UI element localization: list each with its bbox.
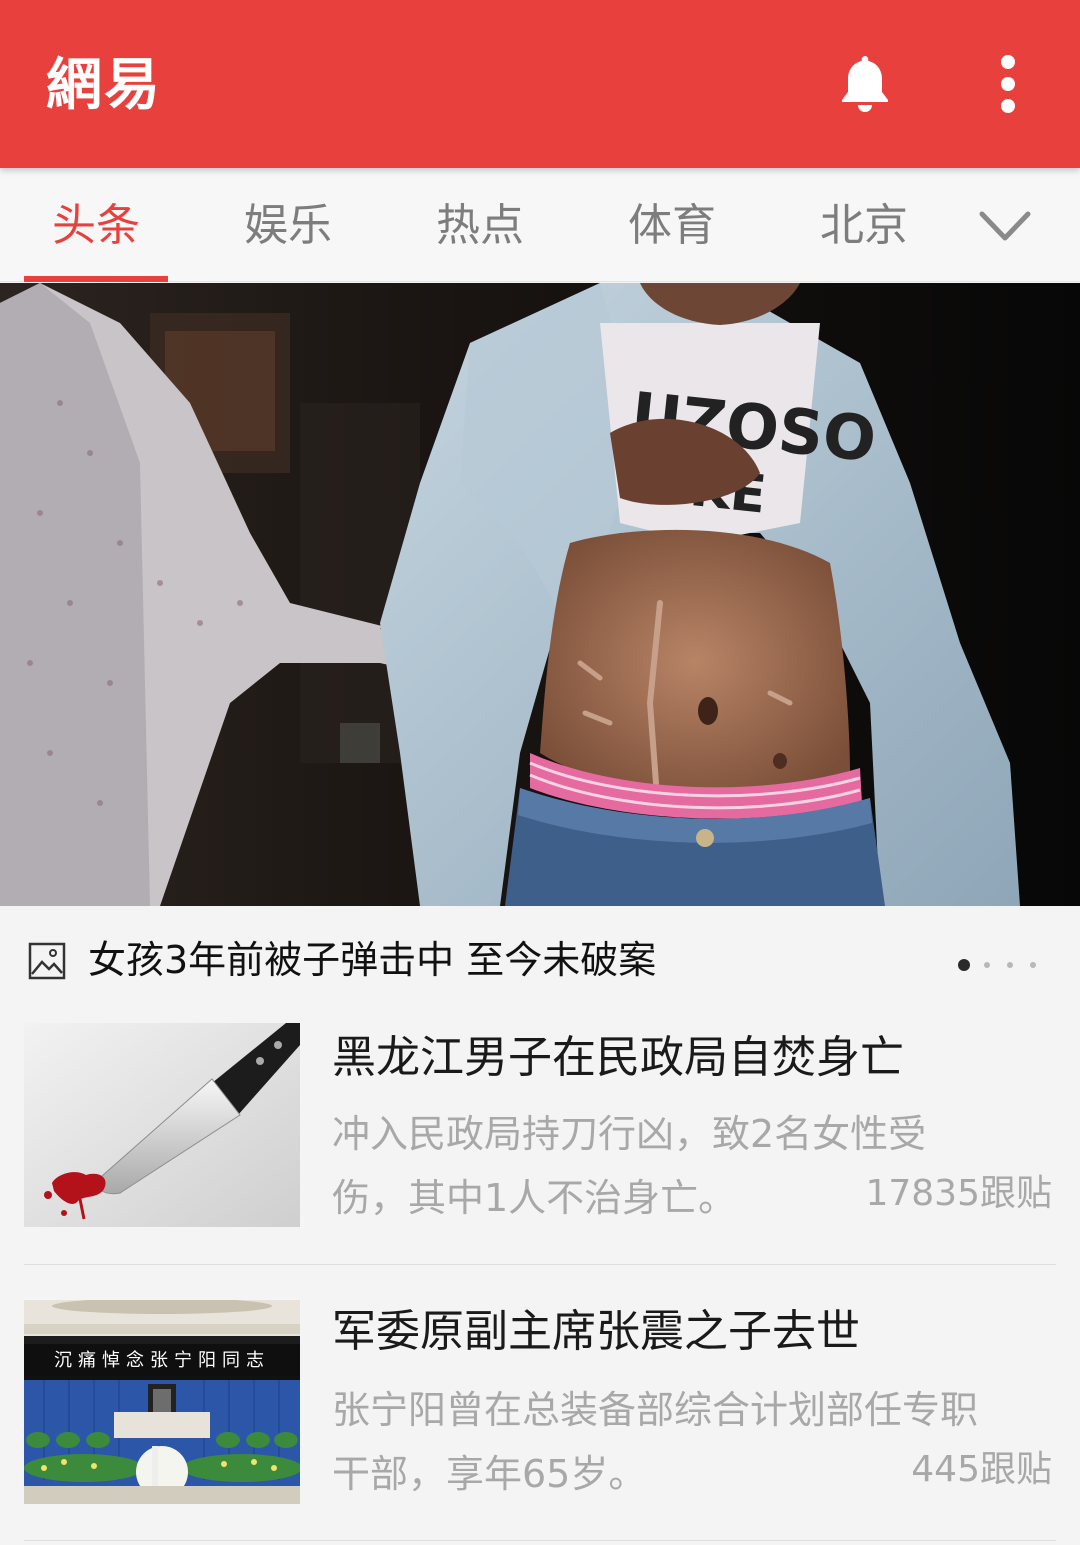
news-list-item[interactable]: 沉痛悼念张宁阳同志 军委原副主席张震之子去世 张宁阳曾在总装备部综合计划部任专职… <box>0 1288 1080 1540</box>
comment-count: 17835跟贴 <box>865 1173 1052 1214</box>
channel-tabs: 头条 娱乐 热点 体育 北京 <box>0 168 1080 282</box>
more-vertical-icon[interactable] <box>986 52 1030 116</box>
tab-sports[interactable]: 体育 <box>600 168 744 282</box>
tab-headlines[interactable]: 头条 <box>24 168 168 282</box>
memorial-banner: 沉痛悼念张宁阳同志 <box>54 1349 270 1371</box>
pager-dot-active <box>958 958 970 971</box>
carousel-pager <box>958 954 1053 971</box>
news-thumbnail <box>24 1023 300 1227</box>
hero-carousel-image[interactable]: UZOSO KE <box>0 283 1080 906</box>
comment-count: 445跟贴 <box>911 1449 1052 1490</box>
news-title: 军委原副主席张震之子去世 <box>332 1306 860 1357</box>
tab-beijing[interactable]: 北京 <box>792 168 936 282</box>
pager-dot <box>1007 961 1013 968</box>
tab-hot[interactable]: 热点 <box>408 168 552 282</box>
list-divider <box>24 1264 1056 1265</box>
list-divider <box>24 1540 1056 1541</box>
tab-entertainment[interactable]: 娱乐 <box>216 168 360 282</box>
pager-dot <box>1030 961 1036 968</box>
news-thumbnail: 沉痛悼念张宁阳同志 <box>24 1300 300 1504</box>
chevron-down-icon[interactable] <box>976 198 1034 254</box>
app-bar: 網易 <box>0 0 1080 168</box>
hero-caption-bar[interactable]: 女孩3年前被子弹击中 至今未破案 <box>0 906 1080 1012</box>
knife-image <box>24 1023 300 1227</box>
news-title: 黑龙江男子在民政局自焚身亡 <box>332 1032 904 1083</box>
news-list-item[interactable]: 黑龙江男子在民政局自焚身亡 冲入民政局持刀行凶，致2名女性受 伤，其中1人不治身… <box>0 1012 1080 1264</box>
hero-title: 女孩3年前被子弹击中 至今未破案 <box>88 938 657 982</box>
hero-photo: UZOSO KE <box>0 283 1080 906</box>
news-summary: 张宁阳曾在总装备部综合计划部任专职 <box>332 1388 979 1432</box>
news-summary: 冲入民政局持刀行凶，致2名女性受 <box>332 1112 927 1156</box>
memorial-hall-image: 沉痛悼念张宁阳同志 <box>24 1300 300 1504</box>
bell-icon[interactable] <box>836 52 894 114</box>
news-app-screen: 網易 头条 娱乐 热点 体育 北京 UZOSO 女孩3年前被子弹击中 至今未破案… <box>0 0 1080 1545</box>
image-gallery-icon <box>28 942 66 980</box>
brand-logo[interactable]: 網易 <box>46 50 162 120</box>
pager-dot <box>984 961 990 968</box>
